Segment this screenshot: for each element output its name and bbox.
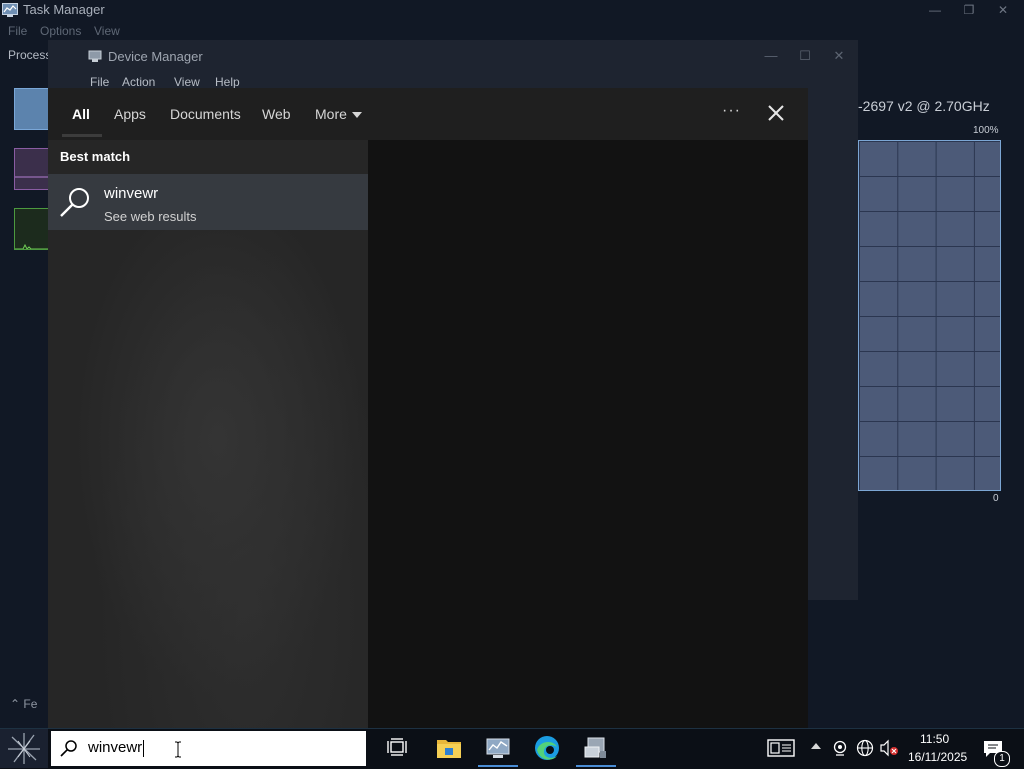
- result-title: winvewr: [104, 185, 159, 202]
- close-icon[interactable]: [764, 101, 788, 125]
- clock-time[interactable]: 11:50: [920, 732, 949, 746]
- tm-memory-thumbnail[interactable]: [14, 148, 52, 190]
- search-tab-documents[interactable]: Documents: [170, 106, 241, 122]
- file-explorer-icon[interactable]: [433, 733, 465, 763]
- task-manager-icon[interactable]: [482, 733, 514, 763]
- search-input[interactable]: winvewr: [88, 739, 142, 756]
- edge-icon[interactable]: [531, 733, 563, 763]
- chevron-up-icon[interactable]: [811, 743, 821, 749]
- task-manager-running-indicator: [478, 765, 518, 767]
- more-options-button[interactable]: ···: [722, 102, 746, 122]
- clock-date[interactable]: 16/11/2025: [908, 750, 967, 764]
- task-manager-app-icon: [2, 3, 18, 17]
- start-button[interactable]: [0, 729, 48, 768]
- search-preview-pane: [368, 140, 808, 728]
- dm-maximize-button[interactable]: ☐: [788, 46, 822, 66]
- tm-graph-min-label: 0: [993, 493, 999, 504]
- text-caret: [143, 740, 144, 757]
- tm-minimize-button[interactable]: —: [918, 0, 952, 20]
- tm-maximize-button[interactable]: ❐: [952, 0, 986, 20]
- tm-cpu-thumbnail[interactable]: [14, 88, 52, 130]
- dm-menu-help[interactable]: Help: [215, 75, 240, 89]
- search-tab-apps[interactable]: Apps: [114, 106, 146, 122]
- volume-muted-icon[interactable]: [879, 739, 899, 757]
- dm-minimize-button[interactable]: —: [754, 46, 788, 66]
- tm-disk-thumbnail[interactable]: [14, 208, 52, 250]
- tm-close-button[interactable]: ✕: [986, 0, 1020, 20]
- tm-menu-options[interactable]: Options: [40, 24, 81, 38]
- tm-cpu-name: -2697 v2 @ 2.70GHz: [858, 98, 990, 114]
- dm-menu-view[interactable]: View: [174, 75, 200, 89]
- search-scope-bar: [48, 88, 808, 140]
- tm-fewer-details-link[interactable]: ⌃ Fe: [10, 697, 37, 711]
- tm-menu-file[interactable]: File: [8, 24, 27, 38]
- task-view-icon[interactable]: [382, 733, 414, 763]
- keyboard-layout-icon[interactable]: [767, 737, 795, 759]
- device-manager-icon[interactable]: [580, 733, 612, 763]
- search-tab-more[interactable]: More: [315, 106, 347, 122]
- task-manager-title: Task Manager: [23, 2, 105, 17]
- best-match-heading: Best match: [60, 149, 131, 164]
- dm-menu-file[interactable]: File: [90, 75, 109, 89]
- search-tab-all[interactable]: All: [72, 106, 90, 122]
- dm-close-button[interactable]: ✕: [822, 46, 856, 66]
- search-icon: [60, 740, 77, 757]
- network-icon[interactable]: [856, 739, 874, 757]
- task-manager-titlebar[interactable]: [0, 0, 1024, 20]
- tm-menu-view[interactable]: View: [94, 24, 120, 38]
- tm-cpu-utilization-graph: [858, 140, 1001, 491]
- device-manager-title: Device Manager: [108, 49, 203, 64]
- search-tab-all-indicator: [62, 134, 102, 137]
- best-match-result[interactable]: [48, 174, 368, 230]
- notification-count-badge: 1: [994, 751, 1010, 767]
- device-manager-icon: [88, 50, 102, 62]
- dm-menu-action[interactable]: Action: [122, 75, 155, 89]
- ibeam-cursor-icon: [175, 741, 181, 758]
- search-icon: [60, 188, 89, 217]
- chevron-down-icon: [352, 112, 362, 118]
- search-tab-web[interactable]: Web: [262, 106, 291, 122]
- tm-graph-max-label: 100%: [973, 125, 999, 136]
- webcam-icon[interactable]: [832, 739, 848, 757]
- result-subtitle: See web results: [104, 209, 197, 224]
- device-manager-running-indicator: [576, 765, 616, 767]
